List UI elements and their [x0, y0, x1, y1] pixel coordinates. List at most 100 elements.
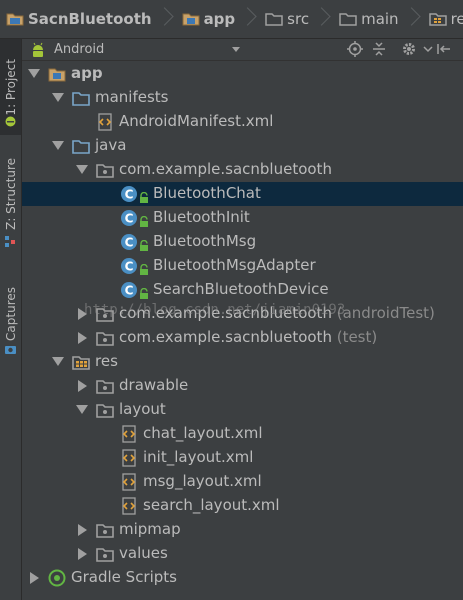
tree-row[interactable]: layout [22, 398, 463, 422]
expand-arrow-right-icon[interactable] [30, 572, 39, 584]
chevron-down-icon[interactable] [420, 41, 436, 57]
tree-row-label: com.example.sacnbluetooth (test) [119, 328, 377, 346]
tree-row[interactable]: java [22, 134, 463, 158]
project-panel-header: Android [22, 39, 463, 61]
gradle-icon [48, 569, 66, 587]
tree-row-label: values [119, 544, 168, 562]
expand-arrow-right-icon[interactable] [78, 524, 87, 536]
tool-tab-structure[interactable]: Z: Structure [0, 149, 21, 239]
expand-arrow-down-icon[interactable] [52, 93, 64, 102]
tree-row[interactable]: C BluetoothMsgAdapter [22, 254, 463, 278]
breadcrumb-item-res[interactable]: res [423, 0, 463, 38]
res-folder-icon [428, 13, 447, 26]
tree-row-label: init_layout.xml [143, 448, 253, 466]
tree-row-label: BluetoothMsg [153, 232, 256, 250]
res-folder-icon [72, 353, 90, 371]
expand-arrow-right-icon[interactable] [78, 332, 87, 344]
tool-tab-project[interactable]: 1: Project [0, 39, 21, 135]
tree-row-text: com.example.sacnbluetooth [119, 304, 332, 322]
folder-icon [265, 13, 283, 26]
tree-row-text: res [95, 352, 118, 370]
breadcrumb-label: app [203, 10, 236, 28]
tree-row-text: mipmap [119, 520, 181, 538]
tree-row-text: com.example.sacnbluetooth [119, 160, 332, 178]
breadcrumb-item-main[interactable]: main [333, 0, 422, 38]
tree-row-label: drawable [119, 376, 188, 394]
tree-row-label: com.example.sacnbluetooth [119, 160, 332, 178]
folder-icon [339, 13, 357, 26]
tree-row-label: app [71, 64, 103, 82]
tree-row[interactable]: mipmap [22, 518, 463, 542]
svg-text:C: C [125, 212, 134, 226]
tree-row[interactable]: C BluetoothMsg [22, 230, 463, 254]
breadcrumb-separator [315, 0, 329, 38]
tree-row[interactable]: C SearchBluetoothDevice [22, 278, 463, 302]
locate-icon[interactable] [347, 41, 363, 57]
tool-window-strip: 1: Project Z: Structure Captures [0, 39, 22, 600]
lock-icon [139, 189, 149, 203]
project-folder-icon [6, 13, 24, 26]
folder-icon [72, 89, 90, 107]
expand-arrow-down-icon[interactable] [52, 141, 64, 150]
tree-row-text: java [95, 136, 127, 154]
tree-row-text: manifests [95, 88, 169, 106]
view-mode-dropdown[interactable]: Android [22, 39, 250, 60]
expand-arrow-down-icon[interactable] [76, 405, 88, 414]
xml-file-icon [96, 113, 114, 131]
tree-row[interactable]: search_layout.xml [22, 494, 463, 518]
class-icon: C [120, 281, 138, 299]
xml-file-icon [120, 497, 138, 515]
tree-row[interactable]: com.example.sacnbluetooth (androidTest) [22, 302, 463, 326]
tree-row-label: msg_layout.xml [143, 472, 262, 490]
tree-row-label: java [95, 136, 126, 154]
tree-row[interactable]: manifests [22, 86, 463, 110]
tool-tab-label: 1: Project [3, 58, 18, 116]
breadcrumb-item-project[interactable]: SacnBluetooth [0, 0, 176, 38]
tree-row-label: res [95, 352, 118, 370]
tree-row[interactable]: init_layout.xml [22, 446, 463, 470]
hide-panel-icon[interactable] [436, 41, 452, 57]
tree-row[interactable]: msg_layout.xml [22, 470, 463, 494]
tree-row[interactable]: res [22, 350, 463, 374]
expand-arrow-right-icon[interactable] [78, 308, 87, 320]
collapse-all-icon[interactable] [371, 41, 387, 57]
tree-row[interactable]: C BluetoothChat [22, 182, 463, 206]
package-icon [96, 401, 114, 419]
lock-icon [139, 261, 149, 275]
breadcrumb-item-app[interactable]: app [176, 0, 260, 38]
expand-arrow-down-icon[interactable] [76, 165, 88, 174]
tree-row-text: msg_layout.xml [143, 472, 262, 490]
expand-arrow-down-icon[interactable] [52, 357, 64, 366]
tree-row-text: com.example.sacnbluetooth [119, 328, 332, 346]
breadcrumb-item-src[interactable]: src [259, 0, 333, 38]
tree-row[interactable]: Gradle Scripts [22, 566, 463, 590]
svg-text:C: C [125, 260, 134, 274]
tree-row-suffix: (test) [331, 328, 378, 346]
package-icon [96, 329, 114, 347]
structure-icon [5, 236, 15, 247]
tree-row[interactable]: values [22, 542, 463, 566]
tree-row[interactable]: drawable [22, 374, 463, 398]
tree-row[interactable]: com.example.sacnbluetooth (test) [22, 326, 463, 350]
tree-row[interactable]: app [22, 62, 463, 86]
xml-file-icon [120, 425, 138, 443]
android-icon [33, 42, 43, 57]
tree-row[interactable]: AndroidManifest.xml [22, 110, 463, 134]
expand-arrow-right-icon[interactable] [78, 380, 87, 392]
view-mode-label: Android [54, 42, 105, 57]
chevron-down-icon [232, 47, 240, 52]
tree-row-suffix: (androidTest) [331, 304, 435, 322]
tree-row[interactable]: C BluetoothInit [22, 206, 463, 230]
project-tree: app manifests AndroidManifest.xml java com.e… [22, 62, 463, 600]
tree-row-text: Gradle Scripts [71, 568, 177, 586]
tree-row[interactable]: chat_layout.xml [22, 422, 463, 446]
tree-row-text: init_layout.xml [143, 448, 254, 466]
tree-row[interactable]: com.example.sacnbluetooth [22, 158, 463, 182]
expand-arrow-down-icon[interactable] [28, 69, 40, 78]
class-icon: C [120, 233, 138, 251]
breadcrumb-separator [241, 0, 255, 38]
expand-arrow-right-icon[interactable] [78, 548, 87, 560]
folder-icon [72, 137, 90, 155]
tree-row-text: BluetoothChat [153, 184, 261, 202]
gear-icon[interactable] [401, 41, 417, 57]
